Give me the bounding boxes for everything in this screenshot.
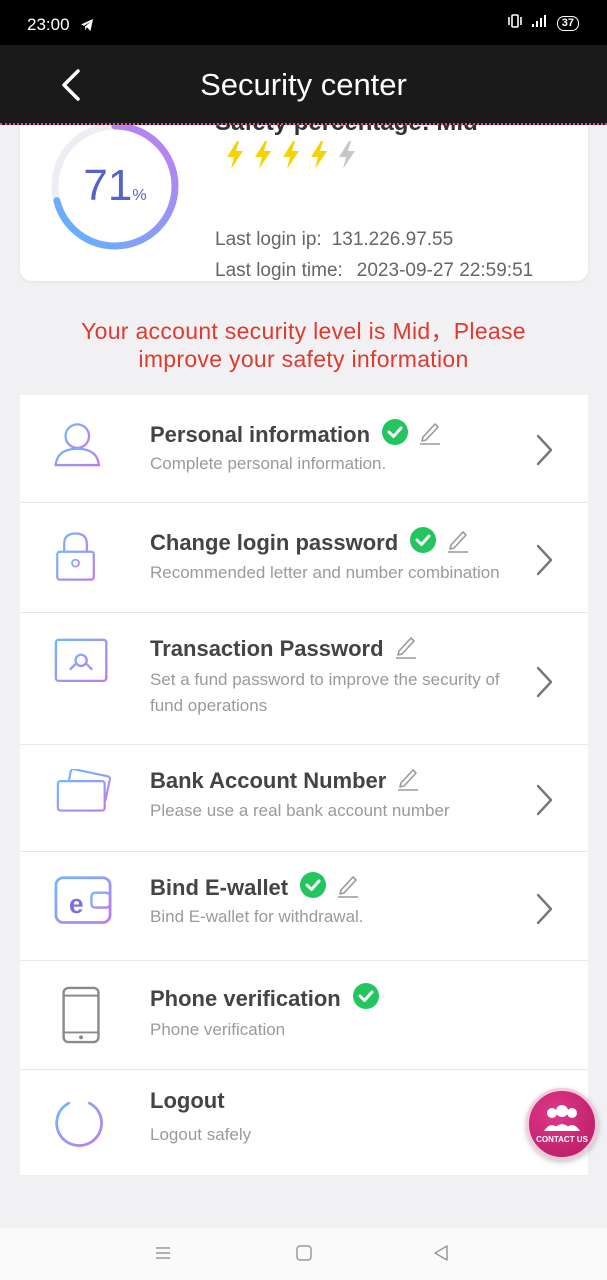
lock-icon — [52, 527, 106, 592]
menu-item-bank-account-number[interactable]: Bank Account Number Please use a real ban… — [20, 745, 588, 852]
system-navigation-bar — [0, 1228, 607, 1280]
svg-text:e: e — [69, 889, 84, 919]
edit-pencil-icon[interactable] — [418, 419, 442, 451]
verified-check-icon — [352, 983, 379, 1015]
menu-item-subtitle: Phone verification — [150, 1020, 286, 1039]
telegram-icon — [80, 18, 94, 37]
menu-nav-button[interactable] — [154, 1244, 172, 1267]
chevron-right-icon — [534, 433, 554, 472]
menu-item-personal-information[interactable]: Personal information Complete personal in… — [20, 395, 588, 503]
lightning-icon — [311, 141, 327, 169]
last-login-ip-row: Last login ip: 131.226.97.55 — [215, 229, 454, 250]
safety-percentage-label: Safety percentage: Mid — [215, 125, 478, 137]
status-time: 23:00 — [27, 15, 70, 34]
security-summary-card: 71% Safety percentage: Mid Last login ip… — [20, 125, 588, 281]
menu-item-subtitle: Bind E-wallet for withdrawal. — [150, 907, 364, 926]
back-nav-button[interactable] — [432, 1244, 450, 1267]
edit-pencil-icon[interactable] — [396, 765, 420, 797]
contact-us-button[interactable]: CONTACT US — [526, 1088, 598, 1160]
edit-pencil-icon[interactable] — [446, 527, 470, 559]
home-nav-button[interactable] — [295, 1244, 313, 1267]
safe-icon — [52, 637, 112, 698]
user-icon — [52, 419, 108, 480]
edit-pencil-icon[interactable] — [394, 633, 418, 665]
menu-item-change-login-password[interactable]: Change login password Recommended letter … — [20, 503, 588, 613]
menu-item-logout[interactable]: Logout Logout safely — [20, 1070, 588, 1175]
app-header: Security center — [0, 45, 607, 125]
menu-item-phone-verification[interactable]: Phone verification Phone verification — [20, 961, 588, 1070]
verified-check-icon — [300, 872, 327, 904]
square-icon — [296, 1245, 312, 1261]
menu-item-subtitle: Set a fund password to improve the secur… — [150, 670, 500, 715]
chevron-right-icon — [534, 543, 554, 582]
menu-item-bind-e-wallet[interactable]: e Bind E-wallet Bind E-wallet for withdraw… — [20, 852, 588, 961]
menu-item-subtitle: Please use a real bank account number — [150, 801, 450, 820]
safety-bolts — [225, 141, 357, 169]
last-login-time: 2023-09-27 22:59:51 — [356, 260, 534, 281]
triangle-back-icon — [434, 1245, 448, 1261]
menu-item-title: Personal information — [150, 422, 371, 447]
verified-check-icon — [410, 527, 437, 559]
hamburger-icon — [156, 1247, 170, 1259]
back-button[interactable] — [52, 65, 92, 105]
lightning-inactive-icon — [339, 141, 355, 169]
lightning-icon — [283, 141, 299, 169]
last-login-ip: 131.226.97.55 — [331, 229, 454, 250]
security-menu: Personal information Complete personal in… — [20, 395, 588, 1175]
menu-item-title: Transaction Password — [150, 636, 384, 661]
menu-item-title: Logout — [150, 1088, 225, 1113]
support-agents-icon — [544, 1105, 580, 1131]
menu-item-title: Phone verification — [150, 986, 341, 1011]
menu-item-title: Bind E-wallet — [150, 875, 289, 900]
lightning-icon — [227, 141, 243, 169]
status-bar: 23:00 37 — [0, 0, 607, 45]
menu-item-title: Change login password — [150, 530, 399, 555]
bank-card-icon — [52, 768, 114, 826]
power-icon — [52, 1090, 110, 1155]
menu-item-title: Bank Account Number — [150, 768, 387, 793]
verified-check-icon — [382, 419, 409, 451]
menu-item-subtitle: Logout safely — [150, 1125, 252, 1144]
menu-item-transaction-password[interactable]: Transaction Password Set a fund password … — [20, 613, 588, 745]
percent-sign: % — [132, 187, 147, 204]
signal-icon — [531, 14, 549, 33]
lightning-icon — [255, 141, 271, 169]
edit-pencil-icon[interactable] — [336, 872, 360, 904]
chevron-right-icon — [534, 665, 554, 704]
chevron-left-icon — [62, 69, 80, 101]
menu-item-subtitle: Complete personal information. — [150, 454, 387, 473]
chevron-right-icon — [534, 892, 554, 931]
security-percent: 71 — [83, 161, 133, 210]
phone-icon — [52, 985, 112, 1050]
chevron-right-icon — [534, 783, 554, 822]
battery-icon: 37 — [556, 16, 579, 31]
content-scroll[interactable]: 71% Safety percentage: Mid Last login ip… — [0, 125, 607, 1228]
last-login-time-row: Last login time: 2023-09-27 22:59:51 — [215, 260, 534, 281]
security-warning: Your account security level is Mid，Pleas… — [81, 318, 526, 372]
menu-item-subtitle: Recommended letter and number combinatio… — [150, 563, 500, 582]
contact-us-label: CONTACT US — [536, 1135, 588, 1144]
wallet-icon: e — [52, 874, 114, 935]
vibrate-icon — [507, 14, 523, 33]
